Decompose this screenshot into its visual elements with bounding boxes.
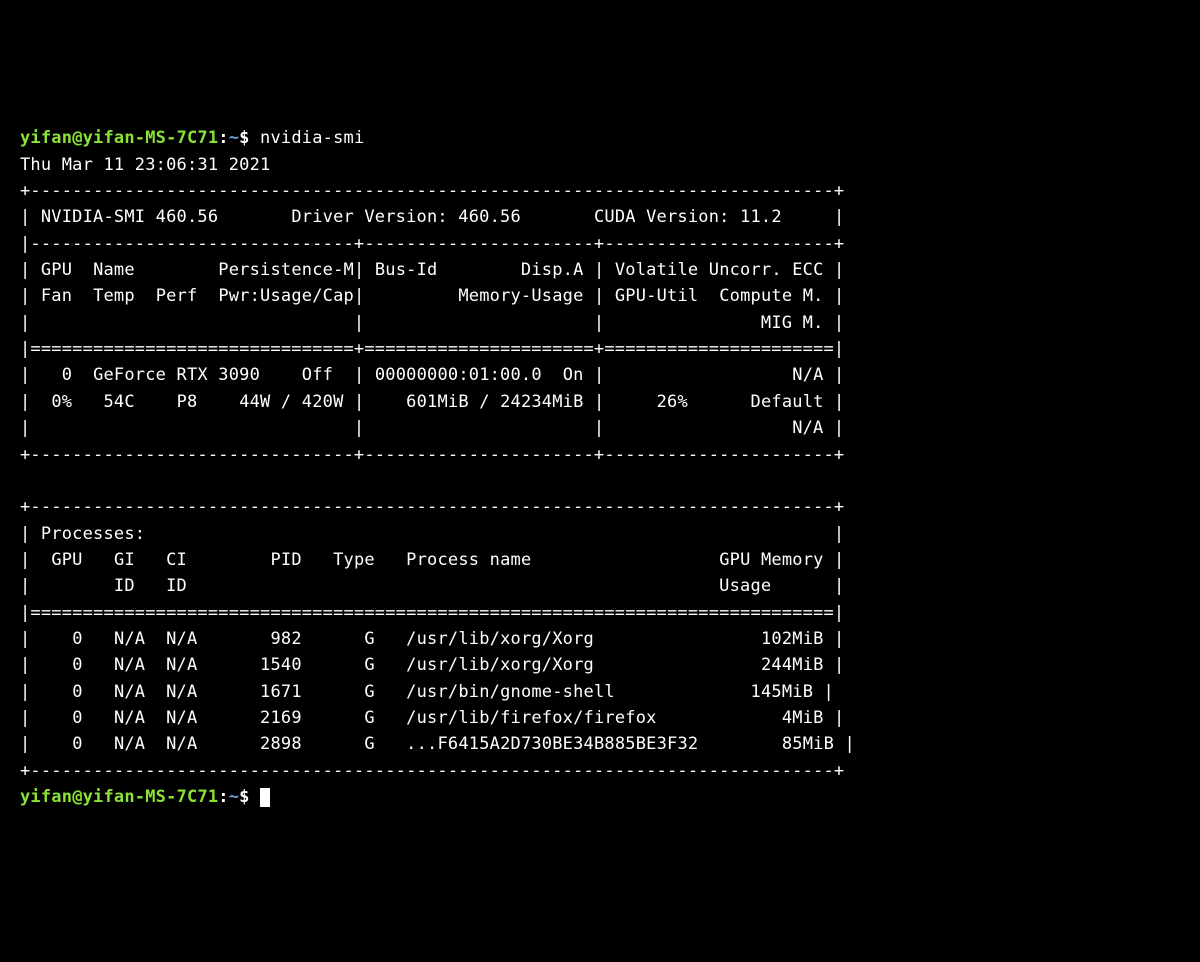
gpu-box-top: +---------------------------------------… [20,181,844,201]
gpu-row1-line3: | | | N/A | [20,418,844,438]
proc-header1: | GPU GI CI PID Type Process name GPU Me… [20,550,844,570]
prompt-sym: $ [239,128,249,148]
proc-row-2: | 0 N/A N/A 1671 G /usr/bin/gnome-shell … [20,682,834,702]
prompt-user: yifan [20,128,72,148]
proc-title: | Processes: | [20,524,844,544]
prompt-user-2: yifan [20,787,72,807]
prompt-host-2: yifan-MS-7C71 [83,787,219,807]
version-row: | NVIDIA-SMI 460.56 Driver Version: 460.… [20,207,844,227]
prompt-sym-2: $ [239,787,249,807]
proc-row-4: | 0 N/A N/A 2898 G ...F6415A2D730BE34B88… [20,734,855,754]
gpu-box-hdrsep: |===============================+=======… [20,339,844,359]
command-text: nvidia-smi [260,128,364,148]
gpu-box-bottom: +-------------------------------+-------… [20,445,844,465]
proc-row-0: | 0 N/A N/A 982 G /usr/lib/xorg/Xorg 102… [20,629,844,649]
gpu-header3: | | | MIG M. | [20,313,844,333]
gpu-header1: | GPU Name Persistence-M| Bus-Id Disp.A … [20,260,844,280]
timestamp: Thu Mar 11 23:06:31 2021 [20,155,270,175]
gpu-row1-line1: | 0 GeForce RTX 3090 Off | 00000000:01:0… [20,365,844,385]
proc-row-3: | 0 N/A N/A 2169 G /usr/lib/firefox/fire… [20,708,844,728]
prompt-cwd-2: ~ [229,787,239,807]
proc-row-1: | 0 N/A N/A 1540 G /usr/lib/xorg/Xorg 24… [20,655,844,675]
proc-header2: | ID ID Usage | [20,576,844,596]
prompt-cwd: ~ [229,128,239,148]
prompt-sep-2: : [218,787,228,807]
prompt-at-2: @ [72,787,82,807]
gpu-box-sep: |-------------------------------+-------… [20,234,844,254]
proc-box-hdrsep: |=======================================… [20,603,844,623]
prompt-sep: : [218,128,228,148]
gpu-header2: | Fan Temp Perf Pwr:Usage/Cap| Memory-Us… [20,286,844,306]
terminal-output[interactable]: yifan@yifan-MS-7C71:~$ nvidia-smi Thu Ma… [20,125,1180,810]
proc-box-bottom: +---------------------------------------… [20,761,844,781]
prompt-host: yifan-MS-7C71 [83,128,219,148]
cursor-icon [260,788,270,807]
proc-box-top: +---------------------------------------… [20,497,844,517]
gpu-row1-line2: | 0% 54C P8 44W / 420W | 601MiB / 24234M… [20,392,844,412]
prompt-at: @ [72,128,82,148]
